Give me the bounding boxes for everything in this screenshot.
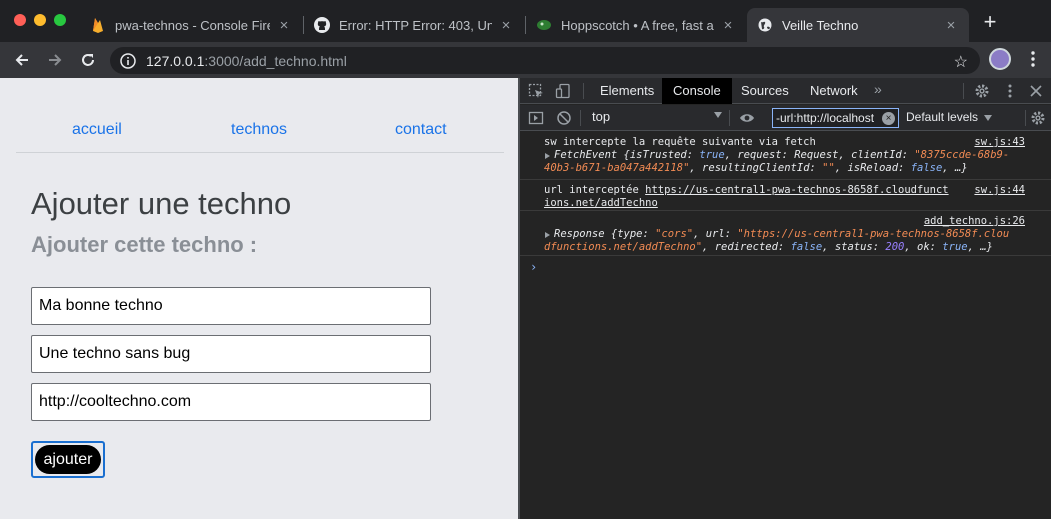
- window-minimize-button[interactable]: [34, 14, 46, 26]
- reload-button[interactable]: [78, 50, 98, 70]
- new-tab-button[interactable]: +: [980, 11, 1000, 33]
- reload-icon: [82, 54, 94, 66]
- console-prompt-icon[interactable]: ›: [530, 260, 537, 274]
- console-settings-gear-icon[interactable]: [1030, 110, 1046, 126]
- github-icon: [314, 17, 330, 33]
- back-button[interactable]: [12, 50, 32, 70]
- page-title: Ajouter une techno: [31, 186, 292, 221]
- source-link[interactable]: sw.js:44: [974, 184, 1025, 196]
- arrow-left-icon: [15, 54, 28, 66]
- console-object-line: dfunctions.net/addTechno", redirected: f…: [544, 241, 993, 253]
- nav-link-technos[interactable]: technos: [231, 121, 287, 139]
- close-icon[interactable]: ×: [720, 17, 736, 34]
- console-message: sw intercepte la requête suivante via fe…: [520, 132, 1051, 180]
- globe-icon: [757, 17, 773, 33]
- techno-name-input[interactable]: [31, 287, 431, 325]
- submit-focus-ring: ajouter: [31, 441, 105, 478]
- close-icon[interactable]: ×: [276, 17, 292, 34]
- forward-button[interactable]: [45, 50, 65, 70]
- firebase-icon: [90, 17, 106, 33]
- console-log-text: sw intercepte la requête suivante via fe…: [544, 136, 816, 148]
- browser-tab-hoppscotch[interactable]: Hoppscotch • A free, fast an ×: [526, 8, 746, 42]
- nav-link-accueil[interactable]: accueil: [72, 121, 122, 139]
- add-techno-button[interactable]: ajouter: [35, 445, 101, 474]
- console-object-line: 40b3-b671-ba047a442118", resultingClient…: [544, 162, 968, 174]
- inspect-element-icon[interactable]: [528, 83, 544, 99]
- form-subtitle: Ajouter cette techno :: [31, 232, 258, 257]
- tab-title: Hoppscotch • A free, fast an: [561, 17, 714, 33]
- more-options-icon[interactable]: [1002, 83, 1018, 99]
- tab-title: Veille Techno: [782, 17, 859, 33]
- browser-tab-firebase[interactable]: pwa-technos - Console Fire ×: [80, 8, 302, 42]
- techno-url-input[interactable]: [31, 383, 431, 421]
- show-sidebar-icon[interactable]: [528, 110, 544, 126]
- close-icon[interactable]: ×: [498, 17, 514, 34]
- close-devtools-icon[interactable]: [1028, 83, 1044, 99]
- toolbar-divider: [963, 83, 964, 99]
- url-text: 127.0.0.1:3000/add_techno.html: [146, 52, 347, 69]
- close-icon[interactable]: ×: [943, 17, 959, 34]
- log-levels-dropdown[interactable]: Default levels: [906, 110, 993, 124]
- console-message: add_techno.js:26 Response {type: "cors",…: [520, 212, 1051, 256]
- device-toolbar-icon[interactable]: [555, 83, 571, 99]
- more-tabs-chevron-icon[interactable]: »: [874, 81, 882, 97]
- hoppscotch-icon: [536, 17, 552, 33]
- clear-console-icon[interactable]: [556, 110, 572, 126]
- nav-link-contact[interactable]: contact: [395, 121, 447, 139]
- console-log-text: url interceptée https://us-central1-pwa-…: [544, 184, 949, 196]
- toolbar-divider: [1025, 110, 1026, 126]
- tab-elements[interactable]: Elements: [589, 78, 665, 104]
- browser-toolbar: 127.0.0.1:3000/add_techno.html ☆: [0, 42, 1051, 78]
- live-expression-eye-icon[interactable]: [739, 110, 755, 126]
- browser-tab-bar: pwa-technos - Console Fire × Error: HTTP…: [0, 0, 1051, 42]
- browser-tab-github[interactable]: Error: HTTP Error: 403, Unk ×: [304, 8, 524, 42]
- devtools-tab-bar: Elements Console Sources Network »: [520, 78, 1051, 104]
- arrow-right-icon: [49, 54, 62, 66]
- expand-triangle-icon[interactable]: [545, 153, 550, 159]
- address-bar[interactable]: 127.0.0.1:3000/add_techno.html ☆: [110, 47, 980, 74]
- request-url-link[interactable]: https://us-central1-pwa-technos-8658f.cl…: [645, 184, 948, 196]
- dropdown-caret-icon: [984, 114, 993, 121]
- site-info-icon: [120, 52, 136, 69]
- javascript-context-select[interactable]: top: [584, 109, 722, 127]
- console-object-line[interactable]: FetchEvent {isTrusted: true, request: Re…: [554, 149, 1009, 161]
- console-object-line[interactable]: Response {type: "cors", url: "https://us…: [554, 228, 1009, 240]
- source-link[interactable]: add_techno.js:26: [924, 215, 1025, 227]
- browser-tab-veille-techno[interactable]: Veille Techno ×: [747, 8, 969, 42]
- tab-console[interactable]: Console: [662, 78, 732, 104]
- bookmark-star-icon[interactable]: ☆: [954, 52, 968, 72]
- toolbar-divider: [580, 110, 581, 126]
- tab-network[interactable]: Network: [799, 78, 869, 104]
- window-maximize-button[interactable]: [54, 14, 66, 26]
- console-filter-input[interactable]: [772, 108, 899, 128]
- console-message: url interceptée https://us-central1-pwa-…: [520, 181, 1051, 211]
- browser-menu-icon[interactable]: [1025, 50, 1041, 68]
- tab-sources[interactable]: Sources: [730, 78, 800, 104]
- window-close-button[interactable]: [14, 14, 26, 26]
- clear-filter-icon[interactable]: ×: [882, 112, 895, 125]
- tab-title: pwa-technos - Console Fire: [115, 17, 270, 33]
- techno-description-input[interactable]: [31, 335, 431, 373]
- toolbar-divider: [583, 83, 584, 99]
- profile-avatar[interactable]: [989, 48, 1011, 70]
- tab-title: Error: HTTP Error: 403, Unk: [339, 17, 492, 33]
- settings-gear-icon[interactable]: [974, 83, 990, 99]
- source-link[interactable]: sw.js:43: [974, 136, 1025, 148]
- expand-triangle-icon[interactable]: [545, 232, 550, 238]
- dropdown-caret-icon: [714, 112, 722, 118]
- request-url-link[interactable]: ions.net/addTechno: [544, 197, 658, 209]
- site-navigation: accueil technos contact: [16, 78, 504, 153]
- toolbar-divider: [729, 110, 730, 126]
- devtools-panel: Elements Console Sources Network » top ×…: [520, 78, 1051, 519]
- console-toolbar: top × Default levels: [520, 105, 1051, 131]
- page-viewport: accueil technos contact Ajouter une tech…: [0, 78, 518, 519]
